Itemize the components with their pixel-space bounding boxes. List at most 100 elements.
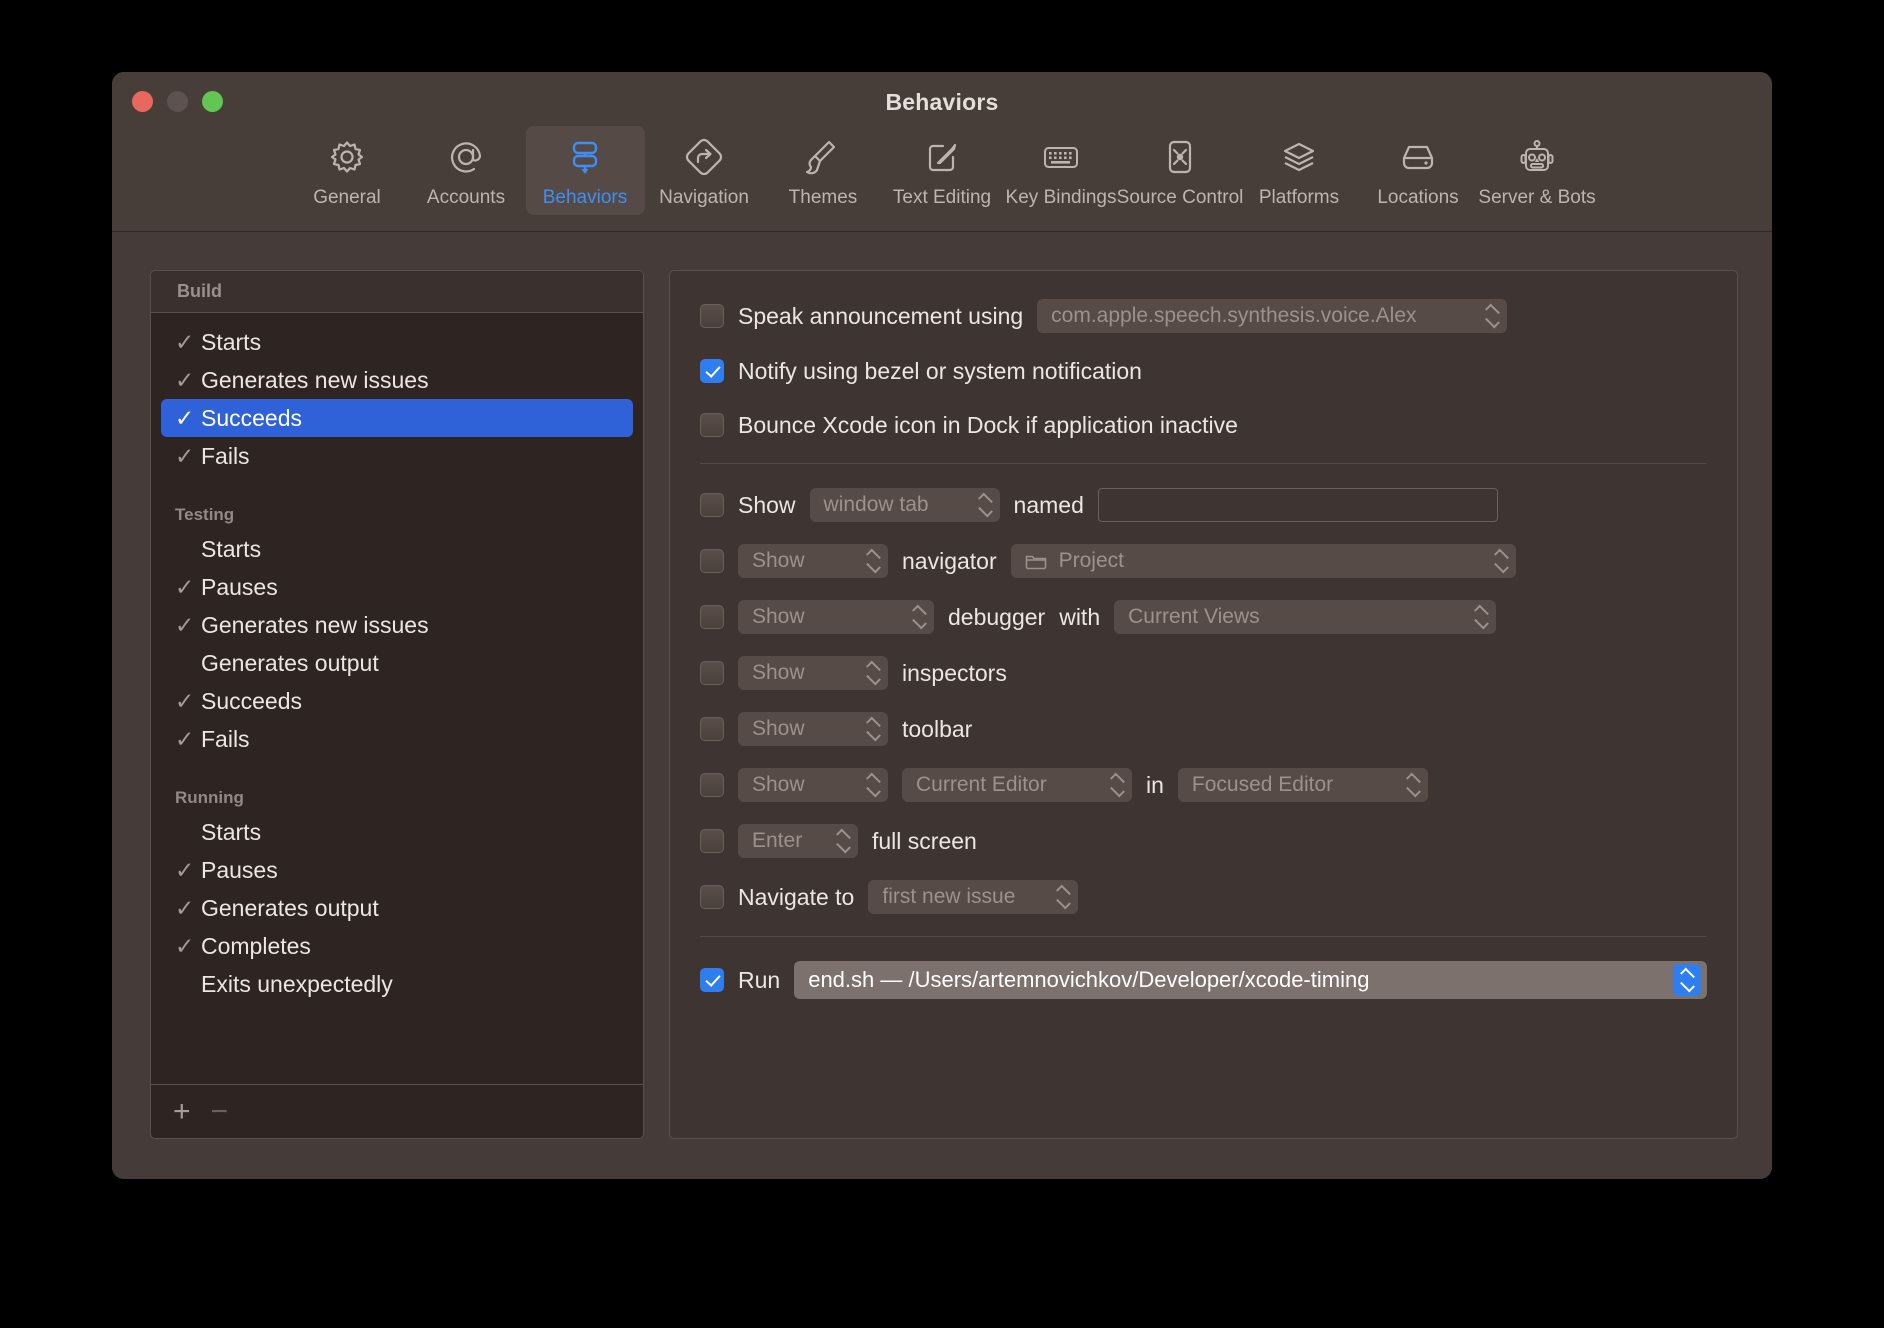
show-tab-target-select[interactable]: window tab [809,488,1000,522]
navigator-target-select[interactable]: Project [1010,544,1516,578]
tab-name-input[interactable] [1097,488,1498,522]
check-icon: ✓ [175,856,195,883]
navigator-checkbox[interactable] [700,549,724,573]
row-run-script: Run end.sh — /Users/artemnovichkov/Devel… [700,961,1707,999]
robot-icon [1516,134,1558,180]
row-navigate-to: Navigate to first new issue [700,880,1707,914]
navigator-action-select[interactable]: Show [738,544,888,578]
inspectors-checkbox[interactable] [700,661,724,685]
chevron-updown-icon [1474,606,1488,628]
named-label: named [1013,491,1084,518]
layers-icon [1278,134,1320,180]
editor-where-value: Focused Editor [1191,773,1334,796]
tab-themes[interactable]: Themes [764,126,883,215]
chevron-updown-icon [866,718,880,740]
show-tab-target-value: window tab [823,493,929,516]
list-item-build-fails[interactable]: ✓ Fails [161,437,633,475]
notify-bezel-checkbox[interactable] [700,359,724,383]
tab-server-and-bots[interactable]: Server & Bots [1478,126,1597,215]
tab-text-editing-label: Text Editing [892,187,992,208]
show-tab-checkbox[interactable] [700,493,724,517]
list-item-testing-succeeds[interactable]: ✓ Succeeds [161,682,633,720]
tab-locations-label: Locations [1377,187,1459,208]
list-item-running-starts[interactable]: Starts [161,813,633,851]
editor-where-select[interactable]: Focused Editor [1177,768,1428,802]
list-item-build-succeeds[interactable]: ✓ Succeeds [161,399,633,437]
inspectors-action-select[interactable]: Show [738,656,888,690]
chevron-updown-icon[interactable] [1673,964,1701,996]
tab-accounts[interactable]: Accounts [407,126,526,215]
row-fullscreen: Enter full screen [700,824,1707,858]
list-item-testing-pauses[interactable]: ✓ Pauses [161,568,633,606]
tab-source-control-label: Source Control [1116,187,1244,208]
list-item-running-pauses[interactable]: ✓ Pauses [161,851,633,889]
toolbar-checkbox[interactable] [700,717,724,741]
fullscreen-checkbox[interactable] [700,829,724,853]
tab-key-bindings-label: Key Bindings [1005,187,1117,208]
chevron-updown-icon [866,774,880,796]
at-sign-icon [445,134,487,180]
add-behavior-button[interactable]: + [173,1096,191,1127]
list-item-label: Exits unexpectedly [201,970,393,997]
toolbar-label: toolbar [902,715,973,742]
debugger-action-select[interactable]: Show [738,600,934,634]
keyboard-icon [1040,134,1082,180]
editor-action-select[interactable]: Show [738,768,888,802]
bounce-dock-checkbox[interactable] [700,413,724,437]
tab-themes-label: Themes [788,187,858,208]
editor-what-select[interactable]: Current Editor [902,768,1132,802]
notify-bezel-label: Notify using bezel or system notificatio… [738,357,1142,384]
list-item-label: Starts [201,328,262,355]
navigate-to-checkbox[interactable] [700,885,724,909]
list-item-testing-starts[interactable]: Starts [161,530,633,568]
list-item-running-completes[interactable]: ✓ Completes [161,927,633,965]
tab-text-editing[interactable]: Text Editing [883,126,1002,215]
run-script-select[interactable]: end.sh — /Users/artemnovichkov/Developer… [794,961,1707,999]
editor-checkbox[interactable] [700,773,724,797]
section-divider [700,463,1707,464]
voice-select[interactable]: com.apple.speech.synthesis.voice.Alex [1037,299,1508,333]
list-item-label: Generates output [201,894,379,921]
list-header-build: Build [151,271,643,313]
speak-announcement-checkbox[interactable] [700,304,724,328]
run-script-checkbox[interactable] [700,968,724,992]
titlebar: Behaviors General Accounts Behaviors Nav… [112,72,1772,232]
debugger-checkbox[interactable] [700,605,724,629]
group-title-running: Running [175,788,244,807]
tab-platforms[interactable]: Platforms [1240,126,1359,215]
check-icon: ✓ [175,611,195,638]
remove-behavior-button[interactable]: − [211,1096,229,1127]
navigate-to-select[interactable]: first new issue [868,880,1079,914]
list-item-running-exits-unexpectedly[interactable]: Exits unexpectedly [161,965,633,1003]
check-icon: ✓ [175,442,195,469]
behavior-detail-pane: Speak announcement using com.apple.speec… [669,270,1738,1139]
tab-general-label: General [313,187,381,208]
list-item-testing-generates-new-issues[interactable]: ✓ Generates new issues [161,606,633,644]
debugger-views-value: Current Views [1128,605,1260,628]
pencil-square-icon [921,134,963,180]
list-item-testing-fails[interactable]: ✓ Fails [161,720,633,758]
tab-locations[interactable]: Locations [1359,126,1478,215]
tab-source-control[interactable]: Source Control [1117,126,1243,215]
fullscreen-action-select[interactable]: Enter [738,824,858,858]
navigator-label: navigator [902,547,997,574]
list-item-build-generates-new-issues[interactable]: ✓ Generates new issues [161,361,633,399]
window-title: Behaviors [885,89,999,115]
toolbar-action-value: Show [752,717,805,740]
chevron-updown-icon [1056,886,1070,908]
list-item-running-generates-output[interactable]: ✓ Generates output [161,889,633,927]
toolbar-action-select[interactable]: Show [738,712,888,746]
list-item-label: Generates new issues [201,366,429,393]
tab-general[interactable]: General [288,126,407,215]
tab-key-bindings[interactable]: Key Bindings [1002,126,1121,215]
tab-navigation[interactable]: Navigation [645,126,764,215]
debugger-views-select[interactable]: Current Views [1114,600,1497,634]
check-icon: ✓ [175,328,195,355]
list-item-label: Starts [201,818,262,845]
row-editor: Show Current Editor in Focused Editor [700,768,1707,802]
tab-behaviors[interactable]: Behaviors [525,126,645,215]
list-item-testing-generates-output[interactable]: Generates output [161,644,633,682]
list-item-build-starts[interactable]: ✓ Starts [161,323,633,361]
chevron-updown-icon [912,606,926,628]
